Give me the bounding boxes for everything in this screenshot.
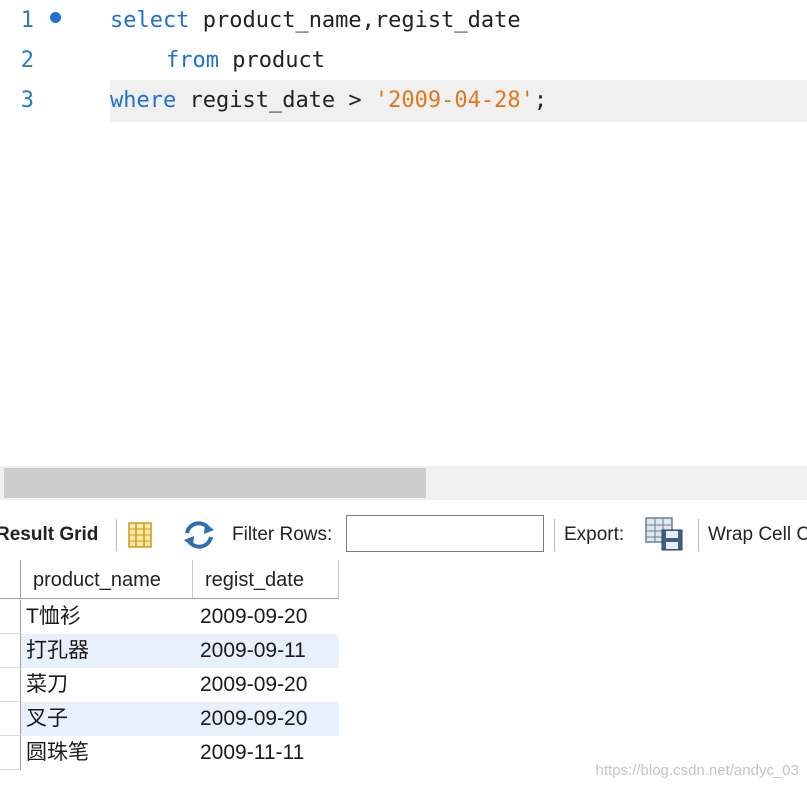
watermark: https://blog.csdn.net/andyc_03 [595, 762, 799, 779]
cell-regist-date[interactable]: 2009-09-11 [193, 634, 339, 668]
cell-product-name[interactable]: T恤衫 [21, 600, 193, 634]
sql-editor[interactable]: 1 select product_name,regist_date 2 from… [0, 0, 807, 466]
toolbar-divider [554, 519, 555, 551]
code-text[interactable]: select product_name,regist_date [110, 0, 521, 42]
filter-rows-input[interactable] [346, 515, 544, 552]
line-number: 2 [20, 48, 34, 73]
sql-string: '2009-04-28' [374, 88, 534, 113]
export-label: Export: [564, 524, 625, 545]
row-selector[interactable] [0, 736, 21, 770]
wrap-cell-content-label[interactable]: Wrap Cell C [708, 524, 807, 546]
line-number: 3 [20, 88, 34, 113]
result-grid[interactable]: product_name regist_date T恤衫 2009-09-20 … [0, 560, 807, 787]
row-selector[interactable] [0, 600, 21, 634]
grid-toggle-icon[interactable] [128, 522, 152, 548]
sql-keyword: from [166, 48, 219, 73]
code-line-1[interactable]: 1 select product_name,regist_date [0, 0, 807, 42]
cell-regist-date[interactable]: 2009-09-20 [193, 600, 339, 634]
column-header-regist-date[interactable]: regist_date [193, 560, 339, 599]
result-grid-tab[interactable]: Result Grid [0, 524, 98, 546]
sql-identifier: product_name,regist_date [189, 8, 521, 33]
code-text[interactable]: from product [166, 40, 325, 82]
toolbar-divider [698, 519, 699, 551]
row-selector[interactable] [0, 668, 21, 702]
toolbar-divider [116, 519, 117, 551]
column-header-product-name[interactable]: product_name [21, 560, 193, 599]
row-selector[interactable] [0, 634, 21, 668]
cell-product-name[interactable]: 打孔器 [21, 634, 193, 668]
cell-regist-date[interactable]: 2009-09-20 [193, 702, 339, 736]
cell-regist-date[interactable]: 2009-09-20 [193, 668, 339, 702]
sql-keyword: select [110, 8, 190, 33]
editor-horizontal-scrollbar[interactable] [0, 466, 807, 500]
sql-identifier: regist_date > [176, 88, 375, 113]
code-line-2[interactable]: 2 from product [0, 40, 807, 82]
grid-corner[interactable] [0, 560, 21, 599]
code-line-3[interactable]: 3 where regist_date > '2009-04-28'; [0, 80, 807, 122]
result-toolbar: Result Grid Filter Rows: Export: Wrap Ce… [0, 511, 807, 559]
scrollbar-thumb[interactable] [4, 468, 426, 498]
code-text[interactable]: where regist_date > '2009-04-28'; [110, 80, 547, 122]
sql-keyword: where [110, 88, 177, 113]
cell-regist-date[interactable]: 2009-11-11 [193, 736, 339, 770]
cell-product-name[interactable]: 菜刀 [21, 668, 193, 702]
refresh-icon[interactable] [183, 521, 215, 549]
cell-product-name[interactable]: 叉子 [21, 702, 193, 736]
line-number: 1 [20, 8, 34, 33]
statement-marker-icon[interactable] [50, 12, 61, 23]
row-selector[interactable] [0, 702, 21, 736]
sql-punctuation: ; [533, 88, 548, 113]
cell-product-name[interactable]: 圆珠笔 [21, 736, 193, 770]
sql-identifier: product [218, 48, 325, 73]
export-icon[interactable] [645, 517, 683, 551]
filter-rows-label: Filter Rows: [232, 524, 333, 545]
